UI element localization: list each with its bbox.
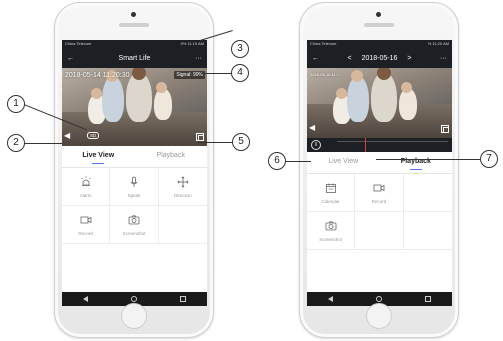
fullscreen-icon[interactable] bbox=[196, 133, 204, 141]
empty-cell bbox=[158, 206, 207, 244]
nav-back-icon[interactable] bbox=[83, 296, 89, 302]
speaker-icon[interactable]: ◀ bbox=[309, 123, 315, 132]
status-bar: China Telecom 9% 11:19 AM bbox=[62, 40, 207, 48]
back-arrow-icon[interactable]: ← bbox=[312, 55, 319, 62]
earpiece bbox=[364, 23, 394, 27]
function-grid: Calendar Record Screenshot bbox=[307, 174, 452, 250]
prev-date-icon[interactable]: < bbox=[348, 55, 352, 62]
app-bar: ← Smart Life ··· bbox=[62, 48, 207, 68]
next-date-icon[interactable]: > bbox=[407, 55, 411, 62]
status-right: 9% 11:19 AM bbox=[180, 41, 205, 46]
callout-line-6 bbox=[286, 161, 311, 162]
video-timestamp: 2018-05-14 11:20:30 bbox=[65, 72, 130, 79]
tab-bar: Live View Playback bbox=[307, 152, 452, 174]
nav-recent-icon[interactable] bbox=[424, 296, 431, 302]
direction-icon bbox=[176, 175, 190, 189]
callout-line-5 bbox=[198, 142, 233, 143]
record-icon bbox=[79, 213, 93, 227]
fullscreen-icon[interactable] bbox=[441, 125, 449, 133]
carrier-label: China Telecom bbox=[65, 41, 92, 46]
tab-bar: Live View Playback bbox=[62, 146, 207, 168]
playback-video[interactable]: 2018-05-16 11:... ◀ bbox=[307, 68, 452, 138]
earpiece bbox=[119, 23, 149, 27]
more-options-icon[interactable]: ··· bbox=[440, 55, 447, 62]
home-button[interactable] bbox=[366, 303, 392, 329]
carrier-label: China Telecom bbox=[310, 41, 337, 46]
callout-line-4 bbox=[201, 73, 231, 74]
screenshot-button[interactable]: Screenshot bbox=[110, 206, 159, 244]
record-button[interactable]: Record bbox=[355, 174, 404, 212]
record-icon bbox=[372, 181, 386, 195]
speak-button[interactable]: Speak bbox=[110, 168, 159, 206]
camera-icon bbox=[324, 219, 338, 233]
callout-3: 3 bbox=[231, 40, 249, 58]
playback-date: 2018-05-16 bbox=[361, 54, 398, 62]
callout-1: 1 bbox=[7, 95, 25, 113]
nav-recent-icon[interactable] bbox=[179, 296, 186, 302]
video-timestamp: 2018-05-16 11:... bbox=[310, 72, 341, 77]
callout-line-2 bbox=[24, 143, 62, 144]
page-title: Smart Life bbox=[118, 54, 151, 62]
function-grid: Alarm Speak Direction Record Screenshot bbox=[62, 168, 207, 244]
tab-live-view[interactable]: Live View bbox=[307, 152, 380, 173]
phone-live-view: China Telecom 9% 11:19 AM ← Smart Life ·… bbox=[54, 2, 214, 338]
sd-quality-button[interactable]: SD bbox=[87, 132, 100, 139]
nav-back-icon[interactable] bbox=[328, 296, 334, 302]
microphone-icon bbox=[127, 175, 141, 189]
front-camera bbox=[376, 12, 381, 17]
tab-live-view[interactable]: Live View bbox=[62, 146, 135, 167]
callout-7: 7 bbox=[480, 150, 498, 168]
status-bar: China Telecom % 11:20 AM bbox=[307, 40, 452, 48]
calendar-icon bbox=[324, 181, 338, 195]
record-button[interactable]: Record bbox=[62, 206, 111, 244]
empty-cell bbox=[403, 212, 452, 250]
speaker-icon[interactable]: ◀ bbox=[64, 131, 70, 140]
more-options-icon[interactable]: ··· bbox=[195, 55, 202, 62]
camera-icon bbox=[127, 213, 141, 227]
alarm-button[interactable]: Alarm bbox=[62, 168, 111, 206]
back-arrow-icon[interactable]: ← bbox=[67, 55, 74, 62]
phone-playback: China Telecom % 11:20 AM ← < 2018-05-16 … bbox=[299, 2, 459, 338]
playback-timeline[interactable]: II bbox=[307, 138, 452, 152]
tab-playback[interactable]: Playback bbox=[135, 146, 208, 167]
nav-home-icon[interactable] bbox=[375, 296, 382, 302]
callout-5: 5 bbox=[232, 133, 250, 151]
pause-icon[interactable]: II bbox=[311, 140, 321, 150]
screen: China Telecom 9% 11:19 AM ← Smart Life ·… bbox=[62, 40, 207, 306]
app-bar: ← < 2018-05-16 > ··· bbox=[307, 48, 452, 68]
alarm-icon bbox=[79, 175, 93, 189]
screen: China Telecom % 11:20 AM ← < 2018-05-16 … bbox=[307, 40, 452, 306]
callout-6: 6 bbox=[268, 152, 286, 170]
home-button[interactable] bbox=[121, 303, 147, 329]
callout-4: 4 bbox=[231, 64, 249, 82]
manual-illustration: China Telecom 9% 11:19 AM ← Smart Life ·… bbox=[0, 0, 503, 341]
timeline-cursor[interactable] bbox=[365, 138, 366, 152]
empty-cell bbox=[355, 212, 404, 250]
screenshot-button[interactable]: Screenshot bbox=[307, 212, 356, 250]
front-camera bbox=[131, 12, 136, 17]
direction-button[interactable]: Direction bbox=[158, 168, 207, 206]
live-video[interactable]: 2018-05-14 11:20:30 Signal: 99% SD ◀ bbox=[62, 68, 207, 146]
date-selector: < 2018-05-16 > bbox=[348, 55, 412, 62]
callout-line-7 bbox=[376, 159, 480, 160]
empty-cell bbox=[403, 174, 452, 212]
status-right: % 11:20 AM bbox=[427, 41, 449, 46]
nav-home-icon[interactable] bbox=[130, 296, 137, 302]
calendar-button[interactable]: Calendar bbox=[307, 174, 356, 212]
callout-2: 2 bbox=[7, 134, 25, 152]
tab-playback[interactable]: Playback bbox=[380, 152, 453, 173]
